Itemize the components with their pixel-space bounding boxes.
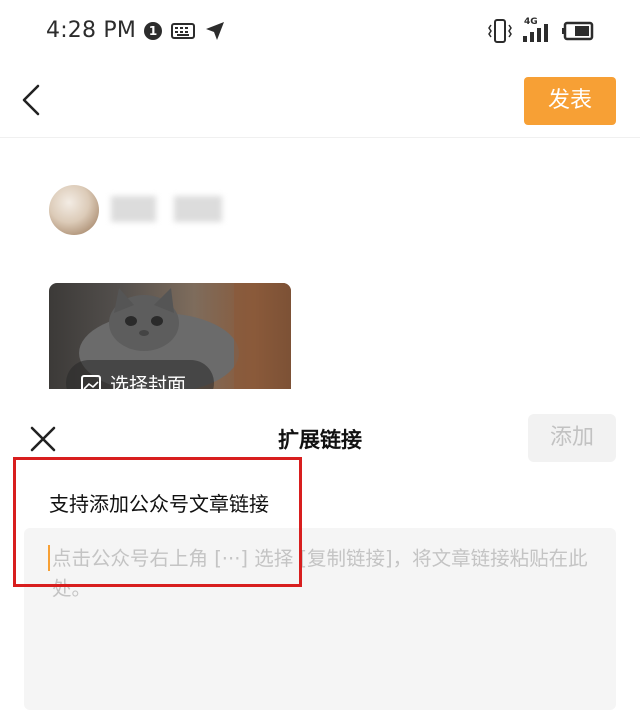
status-time: 4:28 PM <box>46 18 137 43</box>
publish-button[interactable]: 发表 <box>524 77 616 125</box>
battery-icon <box>562 21 594 41</box>
header-divider <box>0 137 640 138</box>
status-bar: 4:28 PM 1 4G <box>0 0 640 62</box>
annotation-highlight-box <box>13 457 302 587</box>
back-button[interactable] <box>14 82 50 118</box>
keyboard-icon <box>171 23 195 39</box>
location-arrow-icon <box>206 22 224 40</box>
signal-icon <box>523 24 548 42</box>
add-button[interactable]: 添加 <box>528 414 616 462</box>
author-name-blur-2 <box>174 196 222 222</box>
chevron-left-icon <box>22 84 40 116</box>
vibrate-icon <box>488 19 512 43</box>
author-name <box>111 196 156 222</box>
avatar[interactable] <box>49 185 99 235</box>
notification-badge: 1 <box>144 22 162 40</box>
